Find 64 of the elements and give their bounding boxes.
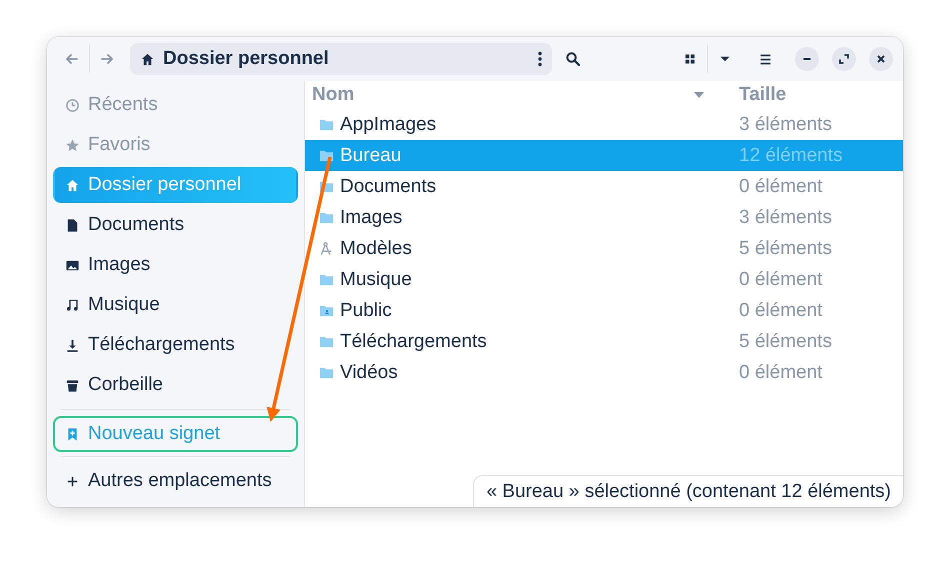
- file-name: Bureau: [340, 144, 402, 166]
- star-icon: [65, 138, 80, 152]
- sidebar-item[interactable]: Images: [53, 247, 298, 283]
- file-name: Téléchargements: [340, 330, 487, 352]
- compass-icon: [319, 241, 334, 256]
- file-name: Musique: [340, 268, 412, 290]
- file-size: 0 élément: [739, 176, 822, 196]
- file-size: 3 éléments: [739, 206, 832, 228]
- folder-icon: [319, 365, 334, 380]
- search-icon: [565, 51, 581, 67]
- file-size: 0 élément: [739, 300, 822, 320]
- grid-icon: [684, 53, 696, 65]
- trash-icon: [65, 378, 80, 392]
- file-row[interactable]: Modèles 5 éléments: [305, 233, 903, 264]
- more-options-icon[interactable]: [538, 51, 542, 67]
- sidebar-item[interactable]: Documents: [53, 207, 298, 243]
- folder-icon: [319, 210, 334, 225]
- path-title: Dossier personnel: [163, 48, 330, 70]
- file-row[interactable]: Images 3 éléments: [305, 202, 903, 233]
- close-button[interactable]: [869, 47, 893, 71]
- shared-folder-icon: [319, 303, 334, 318]
- file-name: Vidéos: [340, 362, 398, 384]
- close-icon: [875, 53, 887, 65]
- file-size: 0 élément: [739, 268, 822, 290]
- file-size: 0 élément: [739, 362, 822, 382]
- folder-icon: [319, 148, 334, 163]
- folder-icon: [319, 272, 334, 287]
- maximize-icon: [838, 53, 850, 65]
- file-size: 3 éléments: [739, 114, 832, 134]
- file-name: Images: [340, 206, 402, 228]
- path-bar[interactable]: Dossier personnel: [130, 43, 552, 75]
- menu-icon: [758, 52, 772, 66]
- folder-icon: [319, 334, 334, 349]
- home-icon: [65, 178, 80, 192]
- file-row[interactable]: Documents 0 élément: [305, 171, 903, 202]
- left-arrow-icon: [64, 51, 80, 67]
- sidebar-item[interactable]: Téléchargements: [53, 327, 298, 363]
- minimize-button[interactable]: [795, 47, 819, 71]
- file-size: 5 éléments: [739, 238, 832, 258]
- folder-icon: [319, 117, 334, 132]
- file-row[interactable]: AppImages 3 éléments: [305, 109, 903, 140]
- file-size: 5 éléments: [739, 330, 832, 352]
- sidebar-item[interactable]: Corbeille: [53, 367, 298, 403]
- file-size: 12 éléments: [739, 144, 843, 166]
- file-name: Public: [340, 300, 392, 322]
- status-tooltip: « Bureau » sélectionné (contenant 12 éléments): [473, 475, 903, 507]
- file-name: AppImages: [340, 114, 436, 136]
- music-note-icon: [65, 298, 80, 312]
- file-name: Modèles: [340, 238, 412, 260]
- file-row[interactable]: Téléchargements 5 éléments: [305, 326, 903, 357]
- home-icon: [140, 52, 155, 66]
- document-icon: [65, 218, 80, 232]
- other-locations-item[interactable]: Autres emplacements: [53, 463, 298, 499]
- clock-icon: [65, 98, 80, 112]
- sort-caret-icon[interactable]: [694, 92, 704, 98]
- file-row[interactable]: Public 0 élément: [305, 295, 903, 326]
- sidebar-item[interactable]: Musique: [53, 287, 298, 323]
- maximize-button[interactable]: [832, 47, 856, 71]
- file-row[interactable]: Vidéos 0 élément: [305, 357, 903, 388]
- folder-icon: [319, 179, 334, 194]
- file-row[interactable]: Musique 0 élément: [305, 264, 903, 295]
- file-name: Documents: [340, 176, 436, 198]
- download-icon: [65, 338, 80, 352]
- right-arrow-icon: [99, 51, 115, 67]
